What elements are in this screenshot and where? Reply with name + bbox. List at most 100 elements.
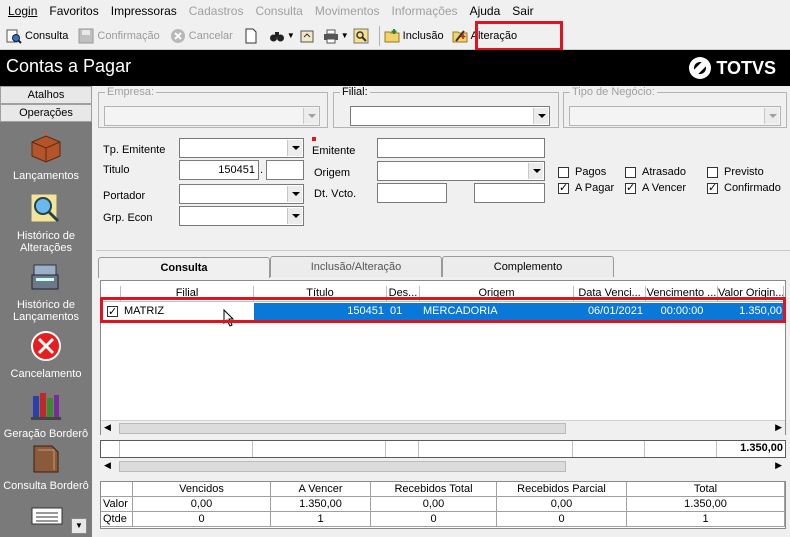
column-header-data-venc[interactable]: Data Venci... (574, 286, 646, 302)
sidebar-scroll-down-button[interactable]: ▼ (71, 518, 87, 534)
summary-table: Vencidos A Vencer Recebidos Total Recebi… (100, 481, 786, 529)
dt-vcto-end-field[interactable] (474, 183, 545, 203)
consulta-button[interactable]: Consulta (6, 28, 68, 44)
register-icon (31, 264, 59, 290)
consulta-label: Consulta (25, 29, 69, 42)
summary-cell: 0 (371, 512, 497, 527)
sidebar-item-geracao-bordero[interactable]: Geração Borderô (0, 390, 92, 440)
totvs-logo-text: TOTVS (716, 57, 776, 78)
menu-bar: Login Favoritos Impressoras Cadastros Co… (0, 0, 790, 22)
atrasado-checkbox[interactable]: Atrasado (625, 166, 686, 178)
inclusao-button[interactable]: Inclusão (384, 28, 444, 44)
sidebar-item-cancelamento[interactable]: Cancelamento (0, 330, 92, 380)
print-dropdown-icon[interactable]: ▼ (341, 31, 349, 40)
menu-movimentos[interactable]: Movimentos (313, 4, 382, 18)
sidebar-item-consulta-bordero[interactable]: Consulta Borderô (0, 442, 92, 492)
totals-horizontal-scrollbar[interactable]: ◀ ▶ (101, 459, 785, 474)
app-header: Contas a Pagar TOTVS (0, 50, 790, 86)
column-header-des[interactable]: Des... (387, 286, 420, 302)
tipo-negocio-select[interactable] (569, 106, 781, 126)
titulo-parcela-field[interactable] (266, 160, 304, 180)
menu-consulta[interactable]: Consulta (253, 4, 304, 18)
origem-select[interactable] (377, 161, 545, 181)
titulo-field[interactable]: 150451 (179, 160, 259, 180)
tab-inclusao-alteracao[interactable]: Inclusão/Alteração (270, 256, 442, 277)
column-header-filial[interactable]: Filial (121, 286, 254, 302)
tp-emitente-select[interactable] (179, 138, 304, 158)
titulo-separator: . (260, 164, 264, 176)
tab-complemento[interactable]: Complemento (442, 256, 614, 277)
tab-operacoes[interactable]: Operações (0, 104, 92, 122)
sidebar-item-label: Histórico de Lançamentos (12, 299, 80, 323)
confirmacao-button[interactable]: Confirmação (78, 28, 160, 44)
scroll-left-icon[interactable]: ◀ (104, 422, 111, 433)
summary-cell: 0,00 (133, 497, 271, 512)
menu-favoritos[interactable]: Favoritos (47, 4, 100, 18)
new-document-icon[interactable] (243, 28, 259, 44)
scroll-right-icon[interactable]: ▶ (775, 460, 782, 471)
confirmado-checkbox[interactable]: Confirmado (707, 181, 781, 194)
menu-login[interactable]: Login (6, 4, 39, 18)
scroll-thumb[interactable] (119, 461, 566, 472)
totals-cell-sep (418, 441, 419, 457)
cancelar-button[interactable]: Cancelar (170, 28, 233, 44)
total-value: 1.350,00 (740, 442, 783, 454)
grid-horizontal-scrollbar[interactable]: ◀ ▶ (101, 420, 785, 435)
chevron-down-icon (528, 163, 543, 179)
menu-cadastros[interactable]: Cadastros (187, 4, 246, 18)
dropdown-arrow-icon[interactable]: ▼ (287, 31, 295, 40)
cancel-icon (170, 28, 185, 43)
printer-icon[interactable] (323, 28, 339, 44)
pagos-checkbox[interactable]: Pagos (558, 166, 606, 178)
tipo-negocio-label: Tipo de Negócio: (570, 86, 657, 98)
mouse-cursor-icon (223, 309, 235, 327)
filial-select[interactable] (350, 106, 550, 126)
calculator-icon[interactable] (30, 506, 66, 526)
column-header-titulo[interactable]: Título (254, 286, 387, 302)
folder-icon (33, 445, 59, 473)
dt-vcto-start-field[interactable] (377, 183, 447, 203)
menu-sair[interactable]: Sair (510, 4, 535, 18)
summary-cell: 0 (497, 512, 627, 527)
chevron-down-icon (287, 186, 302, 202)
export-icon[interactable] (299, 28, 315, 44)
scroll-thumb[interactable] (119, 423, 566, 434)
sidebar-item-historico-alteracoes[interactable]: Histórico de Alterações (4, 192, 88, 254)
alteracao-label: Alteração (470, 29, 518, 42)
titulo-value: 150451 (218, 164, 255, 176)
alteracao-button[interactable]: Alteração (452, 28, 517, 44)
required-marker (312, 137, 316, 141)
sidebar-item-lancamentos[interactable]: Lançamentos (0, 131, 92, 182)
column-header-vencimento[interactable]: Vencimento ... (646, 286, 718, 302)
column-header-origem[interactable]: Origem (420, 286, 574, 302)
column-header-valor[interactable]: Valor Origin... (718, 286, 784, 302)
empresa-select[interactable] (104, 106, 320, 126)
menu-impressoras[interactable]: Impressoras (109, 4, 179, 18)
previsto-checkbox[interactable]: Previsto (707, 166, 764, 178)
chevron-down-icon (764, 108, 779, 124)
grp-econ-select[interactable] (179, 206, 304, 226)
sidebar-item-historico-lancamentos[interactable]: Histórico de Lançamentos (0, 261, 92, 323)
checkbox-box (558, 166, 569, 178)
summary-header: Recebidos Total (371, 482, 497, 497)
scroll-left-icon[interactable]: ◀ (104, 460, 111, 471)
binoculars-icon[interactable] (269, 28, 285, 44)
menu-informacoes[interactable]: Informações (390, 4, 460, 18)
a-pagar-checkbox[interactable]: A Pagar (558, 181, 614, 194)
cancel-icon (31, 331, 61, 361)
table-row[interactable]: MATRIZ 150451 01 MERCADORIA 06/01/2021 0… (103, 303, 785, 321)
tab-consulta[interactable]: Consulta (98, 257, 270, 278)
origem-label: Origem (314, 167, 351, 179)
menu-ajuda[interactable]: Ajuda (468, 4, 503, 18)
emitente-field[interactable] (377, 138, 545, 158)
totals-cell-sep (572, 441, 573, 457)
portador-select[interactable] (179, 184, 304, 204)
chevron-down-icon (303, 108, 318, 124)
tab-atalhos[interactable]: Atalhos (0, 86, 92, 104)
scroll-right-icon[interactable]: ▶ (775, 422, 782, 433)
summary-cell: 1.350,00 (627, 497, 785, 512)
a-vencer-checkbox[interactable]: A Vencer (625, 181, 686, 194)
chevron-down-icon (287, 208, 302, 224)
checkbox-box (558, 181, 569, 194)
help-search-icon[interactable] (353, 28, 369, 44)
